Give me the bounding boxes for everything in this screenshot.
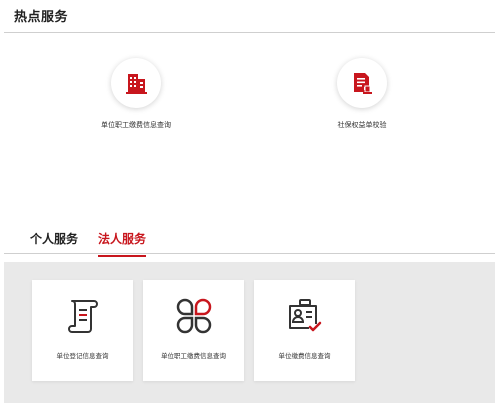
tab-personal-services[interactable]: 个人服务 xyxy=(30,230,78,251)
id-card-check-icon xyxy=(288,299,321,332)
hot-item-circle xyxy=(337,58,387,108)
hot-item-label: 单位职工缴费信息查询 xyxy=(101,121,171,129)
hot-item-circle xyxy=(111,58,161,108)
four-petal-icon xyxy=(176,298,211,334)
scroll-document-icon xyxy=(67,300,98,333)
card-label: 单位登记信息查询 xyxy=(56,352,109,360)
tab-corporate-services[interactable]: 法人服务 xyxy=(98,230,147,257)
building-icon xyxy=(126,74,147,94)
card-label: 单位职工缴费信息查询 xyxy=(161,352,226,360)
hot-item-employee-payment[interactable]: 单位职工缴费信息查询 xyxy=(61,58,211,130)
service-tabs: 个人服务 法人服务 xyxy=(30,230,147,257)
card-employee-payment-query[interactable]: 单位职工缴费信息查询 xyxy=(143,280,244,381)
card-unit-registration-query[interactable]: 单位登记信息查询 xyxy=(32,280,133,381)
card-unit-payment-query[interactable]: 单位缴费信息查询 xyxy=(254,280,355,381)
hot-item-rights-verification[interactable]: 社保权益单校验 xyxy=(287,58,437,130)
card-label: 单位缴费信息查询 xyxy=(278,352,331,360)
hot-item-label: 社保权益单校验 xyxy=(337,121,387,129)
tab-divider xyxy=(4,253,495,254)
corporate-services-panel: 单位登记信息查询 单位职工缴费信息查询 单位缴费信息查询 xyxy=(4,262,495,403)
document-stamp-icon xyxy=(354,73,372,94)
hot-services-title: 热点服务 xyxy=(14,10,69,25)
section-divider xyxy=(4,32,495,33)
